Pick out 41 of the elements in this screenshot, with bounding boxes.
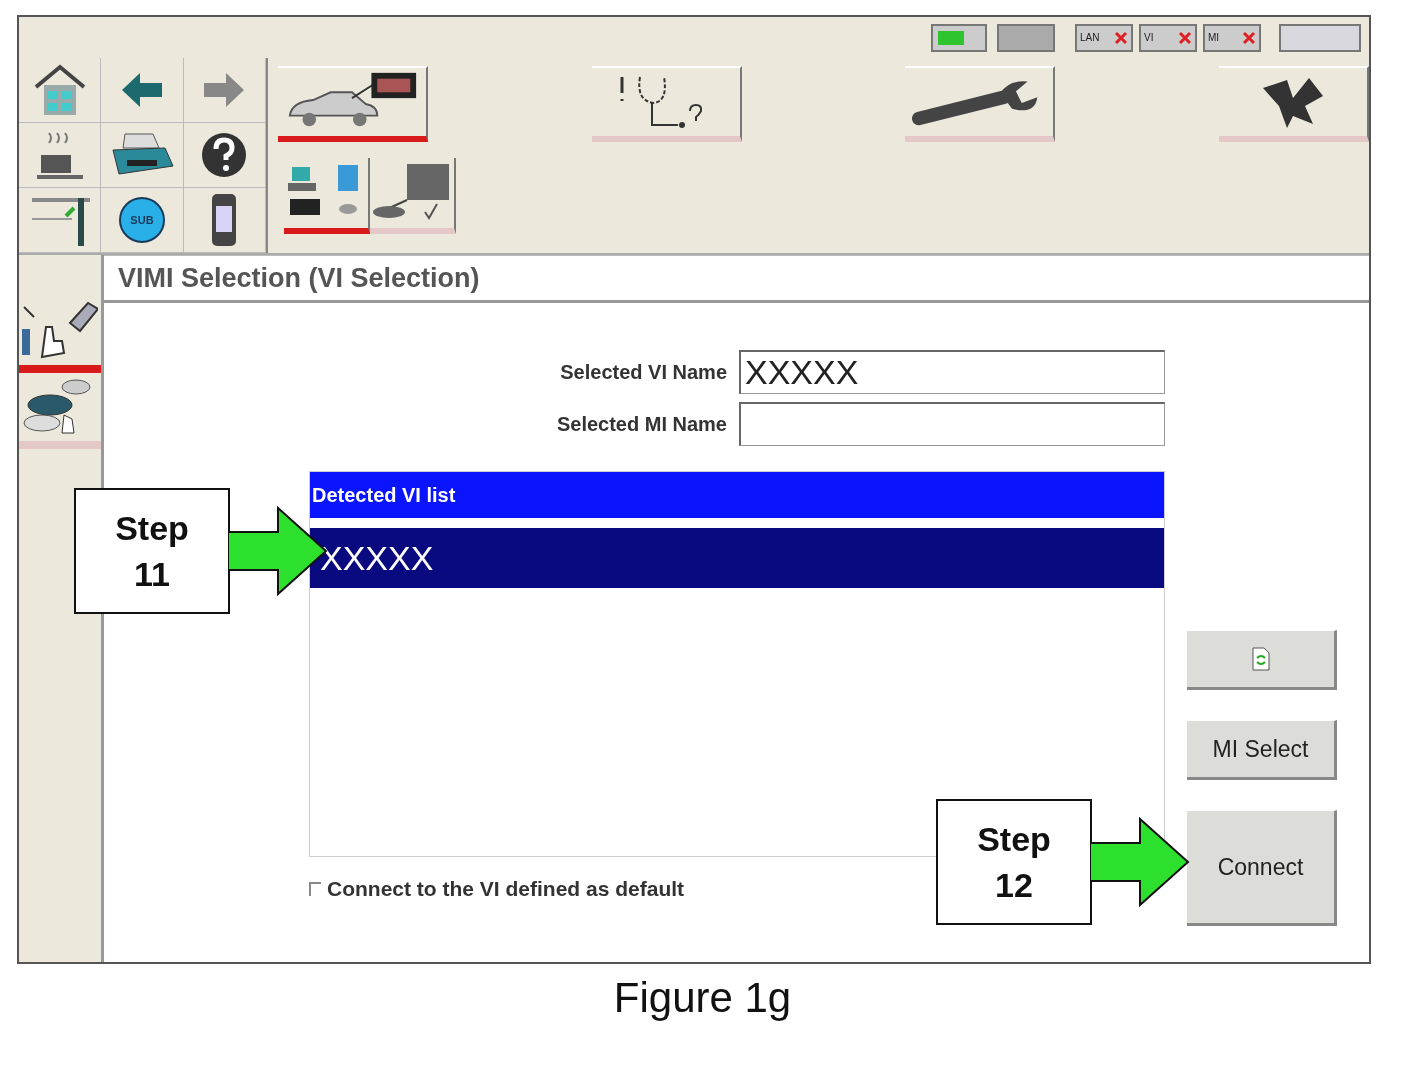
arrow-icon [1090, 817, 1190, 907]
coffee-button[interactable] [19, 123, 102, 188]
back-button[interactable] [101, 58, 184, 123]
sub-label: SUB [119, 197, 165, 243]
hand-device-icon [22, 301, 98, 361]
name-field[interactable]: XXXXX [739, 350, 1165, 394]
action-button[interactable]: Connect [1187, 810, 1337, 926]
wrench-tool-button[interactable] [905, 66, 1056, 142]
status-indicator: LAN [1075, 23, 1133, 52]
screen-button[interactable] [19, 188, 102, 253]
status-indicator: MI [1203, 23, 1261, 52]
close-icon [1178, 29, 1192, 46]
stethoscope-tool-button[interactable] [591, 66, 742, 142]
parts-tool-button[interactable] [1218, 66, 1369, 142]
checkbox-label: Connect to the VI defined as default [327, 877, 685, 901]
close-icon [1114, 29, 1128, 46]
field-label: Selected MI Name [556, 412, 727, 436]
help-button[interactable] [183, 123, 266, 188]
status-indicator [997, 23, 1055, 52]
screen-check-button[interactable] [370, 158, 456, 234]
checkbox[interactable] [309, 882, 321, 896]
action-button[interactable]: MI Select [1187, 720, 1337, 780]
list-header: Detected VI list [310, 472, 1164, 518]
refresh-icon [1250, 646, 1271, 672]
list-item[interactable]: XXXXX [310, 528, 1164, 588]
field-label: Selected VI Name [560, 360, 727, 384]
sub-button[interactable]: SUB [101, 188, 184, 253]
phone-button[interactable] [183, 188, 266, 253]
page-title: VIMI Selection (VI Selection) [104, 255, 1369, 303]
back-icon [120, 70, 164, 110]
refresh-button[interactable] [1187, 630, 1337, 690]
status-indicator: VI [1139, 23, 1197, 52]
step-callout: Step 11 [74, 488, 230, 614]
home-button[interactable] [19, 58, 102, 123]
close-icon [1242, 29, 1256, 46]
car-ecu-tool-button[interactable] [278, 66, 428, 142]
figure-caption: Figure 1g [612, 974, 793, 1022]
step-callout: Step 12 [936, 799, 1092, 925]
printer-button[interactable] [101, 123, 184, 188]
help-icon [200, 131, 249, 179]
name-field[interactable] [739, 402, 1165, 446]
